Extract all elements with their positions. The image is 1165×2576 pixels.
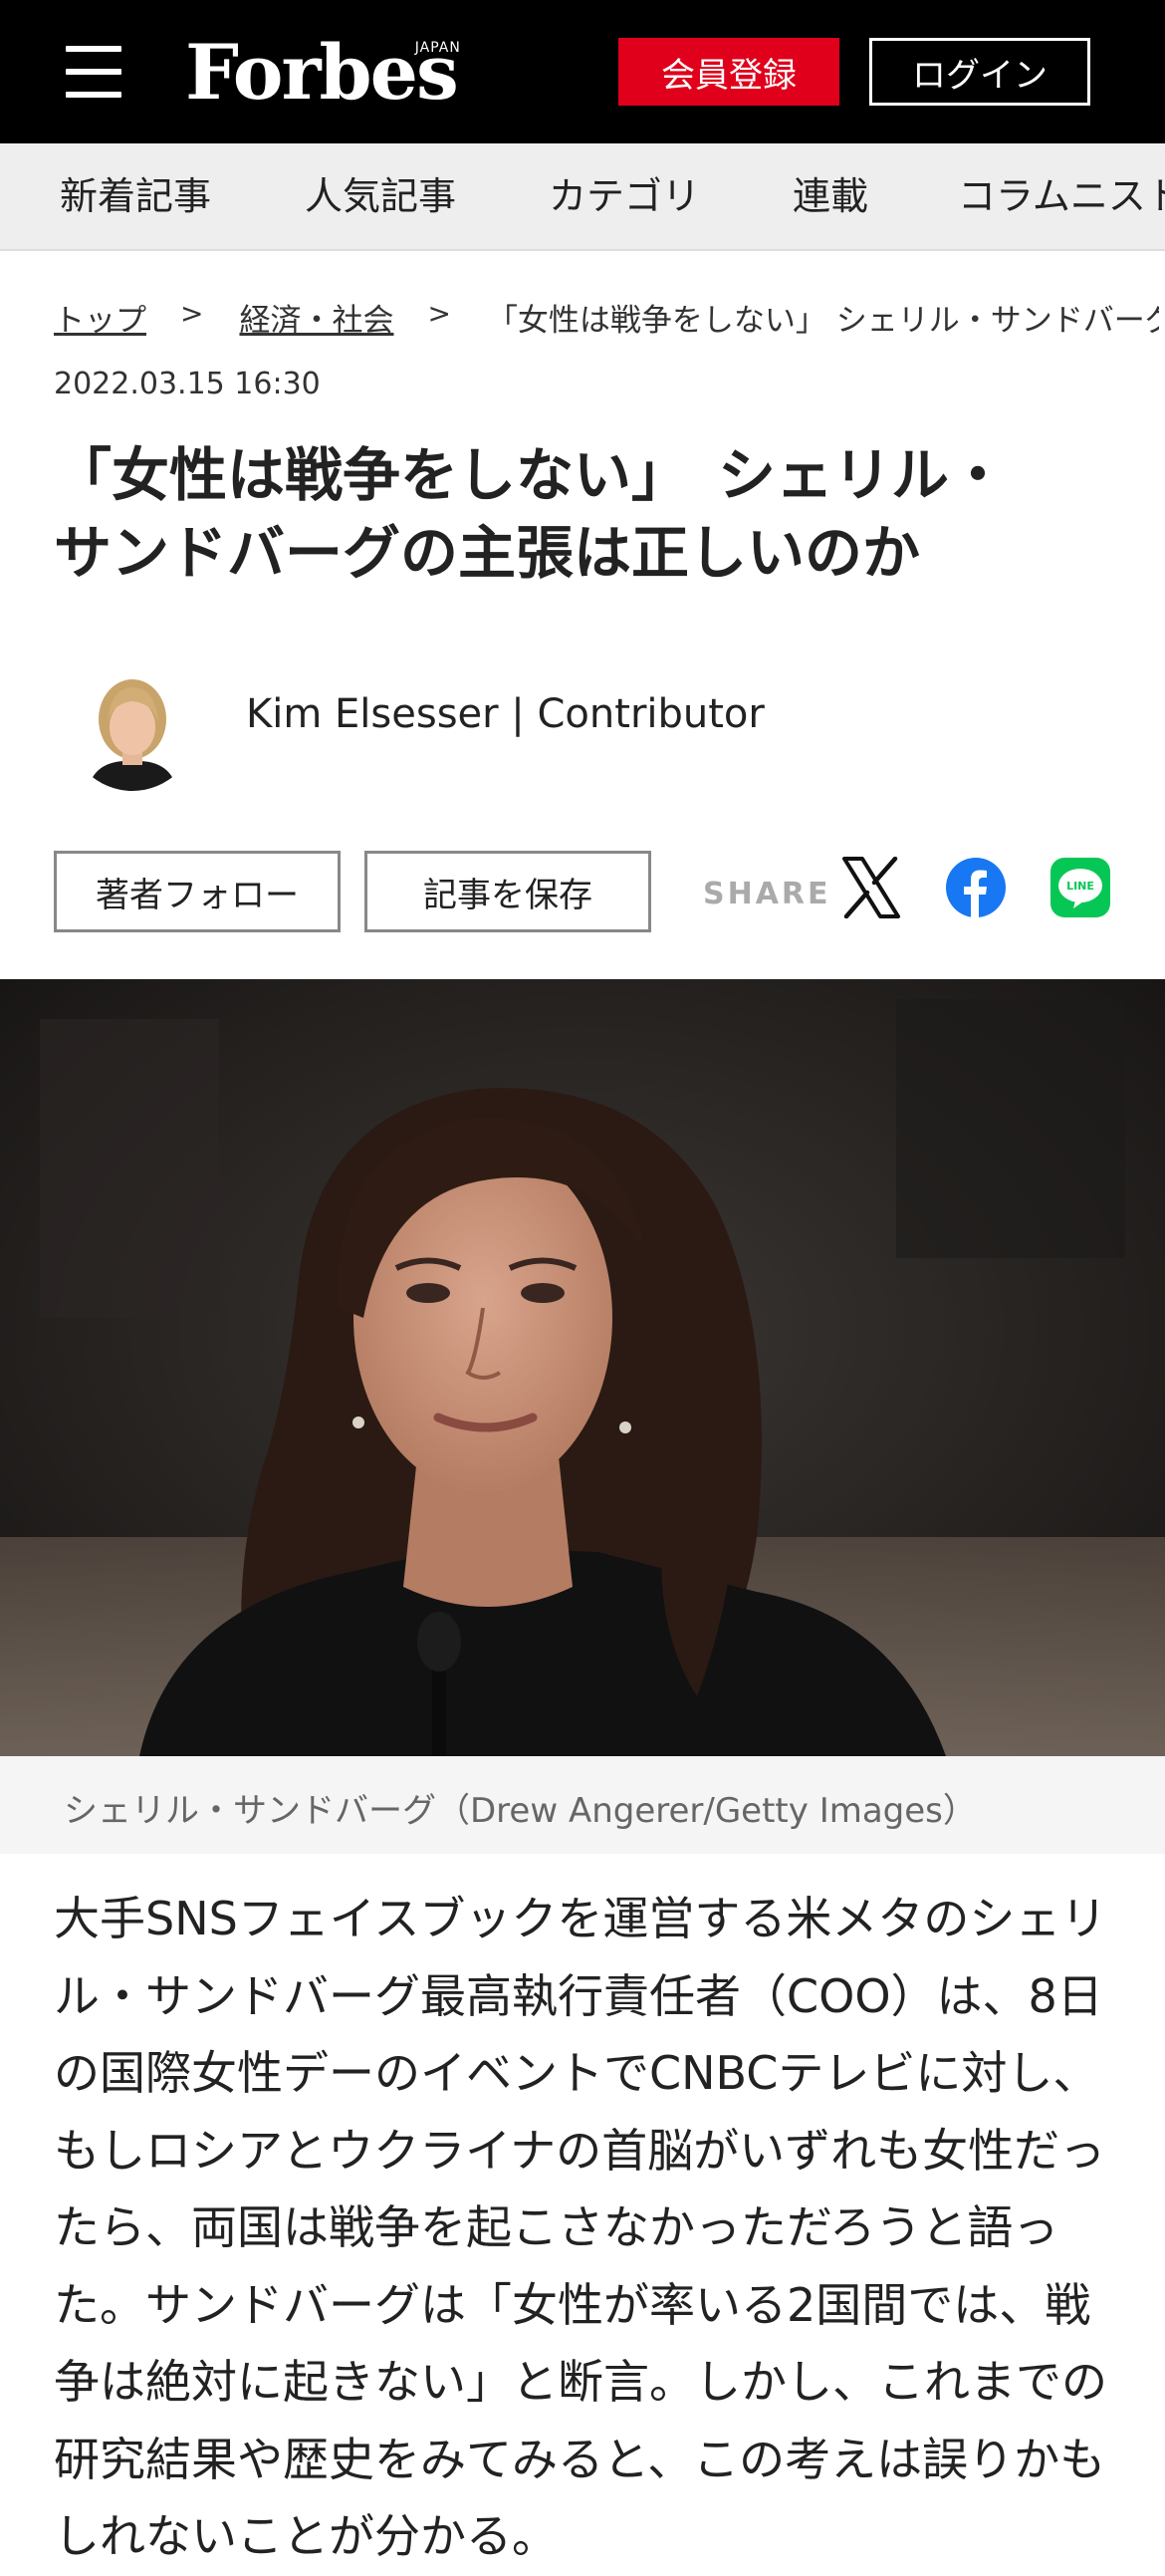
save-article-button[interactable]: 記事を保存 — [364, 851, 651, 932]
category-nav: 新着記事 人気記事 カテゴリ 連載 コラムニスト — [0, 143, 1165, 251]
breadcrumb: トップ > 経済・社会 > 「女性は戦争をしない」 シェリル・サンドバーグの主張は正しい… — [54, 295, 1159, 345]
article-title-line1: 「女性は戦争をしない」 シェリル・ — [54, 441, 1008, 509]
breadcrumb-top[interactable]: トップ — [54, 303, 146, 339]
article-body: 大手SNSフェイスブックを運営する米メタのシェリル・サンドバーグ最高執行責任者（… — [54, 1892, 1107, 2563]
site-header: Forbes JAPAN 会員登録 ログイン — [0, 0, 1165, 143]
publish-date: 2022.03.15 16:30 — [54, 367, 321, 401]
nav-item-popular[interactable]: 人気記事 — [305, 143, 456, 249]
nav-item-new[interactable]: 新着記事 — [60, 143, 211, 249]
login-button[interactable]: ログイン — [869, 38, 1090, 106]
share-label: SHARE — [703, 877, 831, 911]
register-button[interactable]: 会員登録 — [618, 38, 839, 106]
article-title: 「女性は戦争をしない」 シェリル・ サンドバーグの主張は正しいのか — [54, 436, 1129, 592]
breadcrumb-current: 「女性は戦争をしない」 シェリル・サンドバーグの主張は正しいのか — [486, 303, 1159, 339]
image-caption: シェリル・サンドバーグ（Drew Angerer/Getty Images） — [64, 1791, 977, 1831]
article-hero-image — [0, 979, 1165, 1756]
line-icon[interactable]: LINE — [1049, 857, 1111, 918]
svg-text:LINE: LINE — [1066, 880, 1094, 893]
facebook-icon[interactable] — [945, 857, 1007, 918]
nav-item-columnist[interactable]: コラムニスト — [958, 143, 1165, 249]
author-name[interactable]: Kim Elsesser | Contributor — [246, 691, 765, 737]
chevron-right-icon: > — [427, 297, 451, 330]
follow-author-button[interactable]: 著者フォロー — [54, 851, 341, 932]
nav-item-category[interactable]: カテゴリ — [549, 143, 700, 249]
chevron-right-icon: > — [180, 297, 204, 330]
nav-item-series[interactable]: 連載 — [793, 143, 868, 249]
forbes-logo[interactable]: Forbes JAPAN — [185, 28, 460, 118]
author-avatar[interactable] — [68, 661, 197, 791]
menu-icon[interactable] — [66, 46, 121, 98]
breadcrumb-category[interactable]: 経済・社会 — [239, 303, 393, 339]
x-twitter-icon[interactable] — [840, 857, 902, 918]
article-title-line2: サンドバーグの主張は正しいのか — [54, 519, 921, 587]
